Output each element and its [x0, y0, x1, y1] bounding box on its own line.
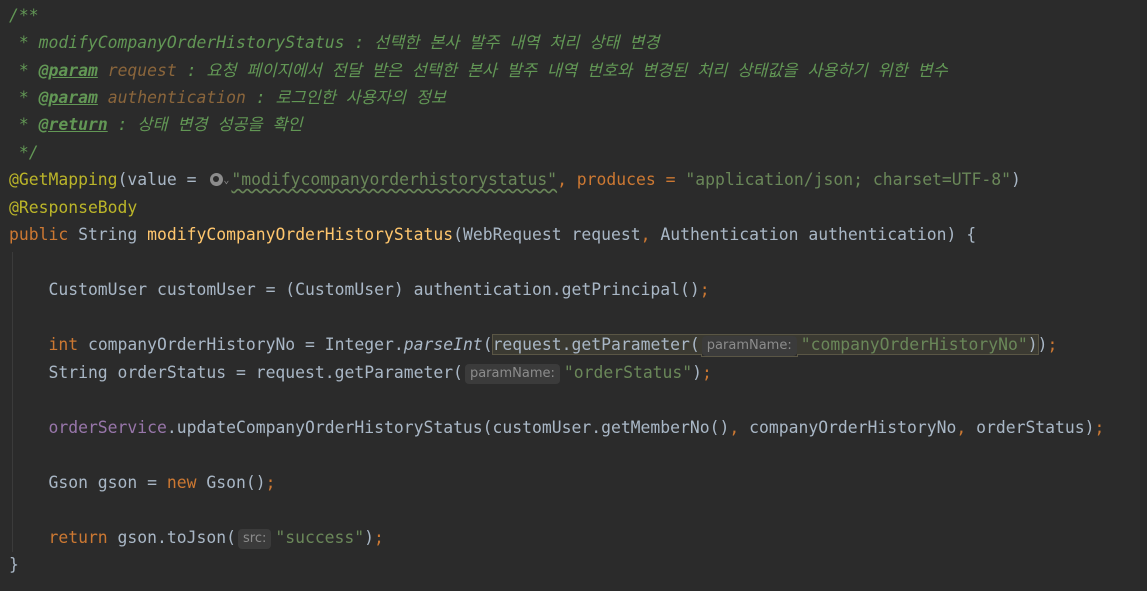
javadoc-return-desc: : 상태 변경 성공을 확인: [107, 115, 303, 134]
code-token: ,: [729, 418, 740, 437]
code-token: Gson(): [196, 473, 266, 492]
closing-brace: }: [9, 555, 19, 574]
code-token: Authentication authentication) {: [650, 225, 977, 244]
javadoc-param-tag: @param: [38, 88, 98, 107]
code-token: ): [1037, 335, 1048, 354]
code-token: ,: [640, 225, 651, 244]
return-keyword: return: [9, 528, 108, 547]
code-token: (: [482, 335, 493, 354]
param-name-hint: paramName:: [701, 336, 797, 356]
code-token: CustomUser customUser = (CustomUser) aut…: [9, 280, 700, 299]
code-token: Gson gson =: [9, 473, 167, 492]
code-line-1[interactable]: /**: [9, 2, 39, 29]
javadoc-param-desc: : 요청 페이지에서 전달 받은 선택한 본사 발주 내역 번호와 변경된 처리…: [176, 61, 948, 80]
code-line-12[interactable]: String orderStatus = request.getParamete…: [9, 359, 712, 386]
produces-string: "application/json; charset=UTF-8": [685, 170, 1012, 189]
globe-icon[interactable]: [210, 173, 224, 186]
code-token: (value =: [117, 170, 207, 189]
code-line-13[interactable]: orderService.updateCompanyOrderHistorySt…: [9, 414, 1104, 441]
javadoc-param-desc: : 로그인한 사용자의 정보: [245, 88, 446, 107]
code-line-15[interactable]: return gson.toJson(src: "success");: [9, 524, 384, 551]
javadoc-prefix: *: [9, 88, 39, 107]
code-token: ;: [374, 528, 384, 547]
code-token: companyOrderHistoryNo = Integer.: [78, 335, 404, 354]
param-name-hint: paramName:: [464, 364, 560, 384]
public-keyword: public: [9, 225, 69, 244]
code-token: String: [68, 225, 148, 244]
javadoc-return-tag: @return: [38, 115, 108, 134]
javadoc-param-name: request: [97, 61, 177, 80]
code-line-8[interactable]: @ResponseBody: [9, 194, 137, 221]
javadoc-open: /**: [9, 6, 39, 25]
code-token: ): [1027, 335, 1038, 354]
code-token: .updateCompanyOrderHistoryStatus(customU…: [166, 418, 730, 437]
javadoc-close: */: [9, 143, 39, 162]
code-token: , produces =: [557, 170, 686, 189]
javadoc-param-name: authentication: [97, 88, 246, 107]
chevron-down-icon[interactable]: ⌄: [223, 167, 229, 194]
code-token: companyOrderHistoryNo: [739, 418, 957, 437]
method-name[interactable]: modifyCompanyOrderHistoryStatus: [147, 225, 453, 244]
code-token: request.getParameter(: [492, 335, 700, 354]
code-token: ;: [699, 280, 710, 299]
getmapping-annotation: @GetMapping: [9, 170, 118, 189]
code-editor[interactable]: /** * modifyCompanyOrderHistoryStatus : …: [0, 0, 1147, 591]
code-token: (WebRequest request: [453, 225, 641, 244]
code-token: ,: [956, 418, 967, 437]
new-keyword: new: [166, 473, 197, 492]
responsebody-annotation: @ResponseBody: [9, 198, 138, 217]
param-string: "orderStatus": [563, 363, 693, 382]
javadoc-prefix: *: [9, 115, 39, 134]
param-string: "companyOrderHistoryNo": [800, 335, 1028, 354]
code-token: ;: [702, 363, 712, 382]
int-keyword: int: [9, 335, 79, 354]
code-line-9[interactable]: public String modifyCompanyOrderHistoryS…: [9, 221, 976, 248]
code-line-14[interactable]: Gson gson = new Gson();: [9, 469, 275, 496]
code-line-16[interactable]: }: [9, 551, 19, 578]
code-token: orderStatus): [966, 418, 1095, 437]
code-line-3[interactable]: * @param request : 요청 페이지에서 전달 받은 선택한 본사…: [9, 57, 948, 84]
code-line-5[interactable]: * @return : 상태 변경 성공을 확인: [9, 111, 303, 138]
success-string: "success": [275, 528, 365, 547]
code-token: ): [364, 528, 375, 547]
javadoc-summary: * modifyCompanyOrderHistoryStatus : 선택한 …: [9, 33, 660, 52]
highlighted-expression[interactable]: request.getParameter(paramName: "companyO…: [491, 334, 1039, 356]
orderservice-field: orderService: [9, 418, 167, 437]
code-line-2[interactable]: * modifyCompanyOrderHistoryStatus : 선택한 …: [9, 29, 660, 56]
code-token: ;: [1047, 335, 1058, 354]
code-line-6[interactable]: */: [9, 139, 39, 166]
code-line-7[interactable]: @GetMapping(value = ⌄ "modifycompanyorder…: [9, 166, 1021, 193]
code-token: ;: [265, 473, 276, 492]
code-token: ;: [1094, 418, 1105, 437]
code-token: gson.toJson(: [107, 528, 236, 547]
code-line-10[interactable]: CustomUser customUser = (CustomUser) aut…: [9, 276, 710, 303]
parseint-call: parseInt: [403, 335, 483, 354]
javadoc-param-tag: @param: [38, 61, 98, 80]
code-token: String orderStatus = request.getParamete…: [9, 363, 463, 382]
mapping-url-string[interactable]: "modifycompanyorderhistorystatus": [231, 170, 557, 189]
javadoc-prefix: *: [9, 61, 39, 80]
src-hint: src:: [237, 529, 272, 549]
code-line-11[interactable]: int companyOrderHistoryNo = Integer.pars…: [9, 331, 1057, 358]
code-token: ): [692, 363, 703, 382]
code-line-4[interactable]: * @param authentication : 로그인한 사용자의 정보: [9, 84, 446, 111]
code-token: ): [1011, 170, 1021, 189]
